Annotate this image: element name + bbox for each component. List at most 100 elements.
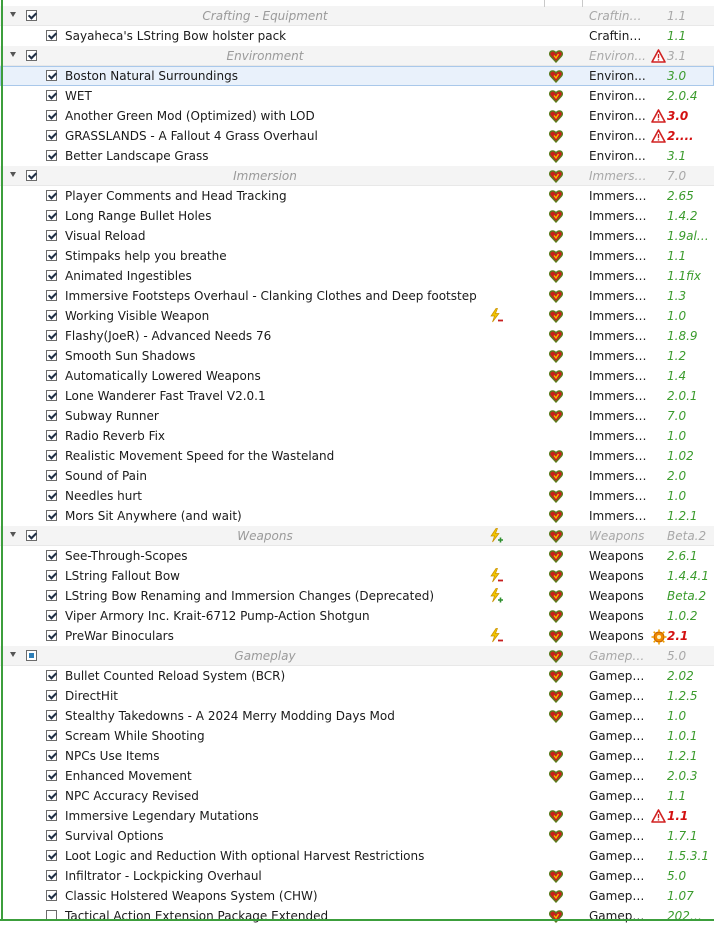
mod-enabled-checkbox[interactable]	[46, 850, 57, 861]
conflict-overwritten-icon[interactable]	[489, 308, 504, 327]
nexus-heart-icon[interactable]	[548, 129, 564, 146]
warning-triangle-icon[interactable]	[651, 809, 666, 826]
mod-enabled-checkbox[interactable]	[46, 450, 57, 461]
conflict-overwrites-icon[interactable]	[489, 528, 504, 547]
nexus-heart-icon[interactable]	[548, 329, 564, 346]
mod-enabled-checkbox[interactable]	[46, 410, 57, 421]
mod-enabled-checkbox[interactable]	[46, 130, 57, 141]
warning-triangle-icon[interactable]	[651, 129, 666, 146]
conflict-overwritten-icon[interactable]	[489, 628, 504, 647]
mod-row[interactable]: Flashy(JoeR) - Advanced Needs 76 Immersio…	[0, 326, 714, 346]
nexus-heart-icon[interactable]	[548, 769, 564, 786]
mod-row[interactable]: Visual Reload Immersion 1.9alpha	[0, 226, 714, 246]
mod-enabled-checkbox[interactable]	[46, 270, 57, 281]
mod-enabled-checkbox[interactable]	[46, 330, 57, 341]
nexus-heart-icon[interactable]	[548, 569, 564, 586]
mod-enabled-checkbox[interactable]	[46, 190, 57, 201]
mod-enabled-checkbox[interactable]	[46, 490, 57, 501]
nexus-heart-icon[interactable]	[548, 89, 564, 106]
mod-row[interactable]: Classic Holstered Weapons System (CHW) Ga…	[0, 886, 714, 906]
mod-row[interactable]: See-Through-Scopes Weapons 2.6.1	[0, 546, 714, 566]
nexus-heart-icon[interactable]	[548, 749, 564, 766]
nexus-heart-icon[interactable]	[548, 349, 564, 366]
nexus-heart-icon[interactable]	[548, 829, 564, 846]
separator-row[interactable]: Gameplay Gameplay 5.0	[0, 646, 714, 666]
mod-enabled-checkbox[interactable]	[46, 830, 57, 841]
nexus-heart-icon[interactable]	[548, 249, 564, 266]
nexus-heart-icon[interactable]	[548, 449, 564, 466]
nexus-heart-icon[interactable]	[548, 629, 564, 646]
nexus-heart-icon[interactable]	[548, 609, 564, 626]
conflict-overwrites-icon[interactable]	[489, 588, 504, 607]
mod-row[interactable]: Sayaheca's LString Bow holster pack Craft…	[0, 26, 714, 46]
separator-row[interactable]: Environment Environ... 3.1	[0, 46, 714, 66]
nexus-heart-icon[interactable]	[548, 529, 564, 546]
nexus-heart-icon[interactable]	[548, 229, 564, 246]
mod-row[interactable]: Radio Reverb Fix Immersion 1.0	[0, 426, 714, 446]
mod-row[interactable]: Realistic Movement Speed for the Wastela…	[0, 446, 714, 466]
nexus-heart-icon[interactable]	[548, 509, 564, 526]
nexus-heart-icon[interactable]	[548, 389, 564, 406]
mod-row[interactable]: Working Visible Weapon Immersion 1.0	[0, 306, 714, 326]
mod-enabled-checkbox[interactable]	[46, 550, 57, 561]
nexus-heart-icon[interactable]	[548, 69, 564, 86]
mod-row[interactable]: Player Comments and Head Tracking Immersi…	[0, 186, 714, 206]
mod-row[interactable]: Immersive Legendary Mutations Gameplay 1.1	[0, 806, 714, 826]
mod-row[interactable]: Boston Natural Surroundings Environ... 3.0	[0, 66, 714, 86]
mod-enabled-checkbox[interactable]	[46, 590, 57, 601]
nexus-heart-icon[interactable]	[548, 189, 564, 206]
mod-enabled-checkbox[interactable]	[46, 510, 57, 521]
mod-row[interactable]: Lone Wanderer Fast Travel V2.0.1 Immersio…	[0, 386, 714, 406]
mod-enabled-checkbox[interactable]	[46, 630, 57, 641]
mod-row[interactable]: WET Environ... 2.0.4	[0, 86, 714, 106]
mod-row[interactable]: NPC Accuracy Revised Gameplay 1.1	[0, 786, 714, 806]
mod-row[interactable]: Immersive Footsteps Overhaul - Clanking …	[0, 286, 714, 306]
nexus-heart-icon[interactable]	[548, 289, 564, 306]
mod-row[interactable]: Sound of Pain Immersion 2.0	[0, 466, 714, 486]
mod-enabled-checkbox[interactable]	[46, 810, 57, 821]
mod-row[interactable]: Subway Runner Immersion 7.0	[0, 406, 714, 426]
mod-row[interactable]: DirectHit Gameplay 1.2.5	[0, 686, 714, 706]
mod-enabled-checkbox[interactable]	[46, 390, 57, 401]
mod-enabled-checkbox[interactable]	[46, 250, 57, 261]
mod-row[interactable]: PreWar Binoculars Weapons 2.1	[0, 626, 714, 646]
nexus-heart-icon[interactable]	[548, 169, 564, 186]
mod-enabled-checkbox[interactable]	[46, 570, 57, 581]
nexus-heart-icon[interactable]	[548, 49, 564, 66]
nexus-heart-icon[interactable]	[548, 649, 564, 666]
nexus-heart-icon[interactable]	[548, 149, 564, 166]
mod-row[interactable]: Animated Ingestibles Immersion 1.1fix	[0, 266, 714, 286]
mod-enabled-checkbox[interactable]	[46, 610, 57, 621]
mod-enabled-checkbox[interactable]	[46, 90, 57, 101]
mod-enabled-checkbox[interactable]	[46, 370, 57, 381]
mod-enabled-checkbox[interactable]	[46, 350, 57, 361]
mod-enabled-checkbox[interactable]	[46, 670, 57, 681]
nexus-heart-icon[interactable]	[548, 689, 564, 706]
nexus-heart-icon[interactable]	[548, 469, 564, 486]
nexus-heart-icon[interactable]	[548, 269, 564, 286]
mod-enabled-checkbox[interactable]	[46, 230, 57, 241]
mod-row[interactable]: LString Bow Renaming and Immersion Chang…	[0, 586, 714, 606]
mod-enabled-checkbox[interactable]	[46, 730, 57, 741]
mod-row[interactable]: Scream While Shooting Gameplay 1.0.1	[0, 726, 714, 746]
nexus-heart-icon[interactable]	[548, 909, 564, 926]
mod-enabled-checkbox[interactable]	[46, 690, 57, 701]
nexus-heart-icon[interactable]	[548, 309, 564, 326]
mod-row[interactable]: Stimpaks help you breathe Immersion 1.1	[0, 246, 714, 266]
nexus-heart-icon[interactable]	[548, 669, 564, 686]
warning-triangle-icon[interactable]	[651, 109, 666, 126]
mod-row[interactable]: Long Range Bullet Holes Immersion 1.4.2	[0, 206, 714, 226]
mod-enabled-checkbox[interactable]	[46, 30, 57, 41]
mod-row[interactable]: NPCs Use Items Gameplay 1.2.1	[0, 746, 714, 766]
mod-row[interactable]: Enhanced Movement Gameplay 2.0.3	[0, 766, 714, 786]
mod-enabled-checkbox[interactable]	[46, 290, 57, 301]
mod-enabled-checkbox[interactable]	[46, 70, 57, 81]
mod-row[interactable]: LString Fallout Bow Weapons 1.4.4.1	[0, 566, 714, 586]
mod-enabled-checkbox[interactable]	[46, 470, 57, 481]
mod-row[interactable]: Tactical Action Extension Package Extend…	[0, 906, 714, 926]
nexus-heart-icon[interactable]	[548, 589, 564, 606]
nexus-heart-icon[interactable]	[548, 889, 564, 906]
mod-enabled-checkbox[interactable]	[46, 890, 57, 901]
conflict-overwritten-icon[interactable]	[489, 568, 504, 587]
mod-row[interactable]: Survival Options Gameplay 1.7.1	[0, 826, 714, 846]
